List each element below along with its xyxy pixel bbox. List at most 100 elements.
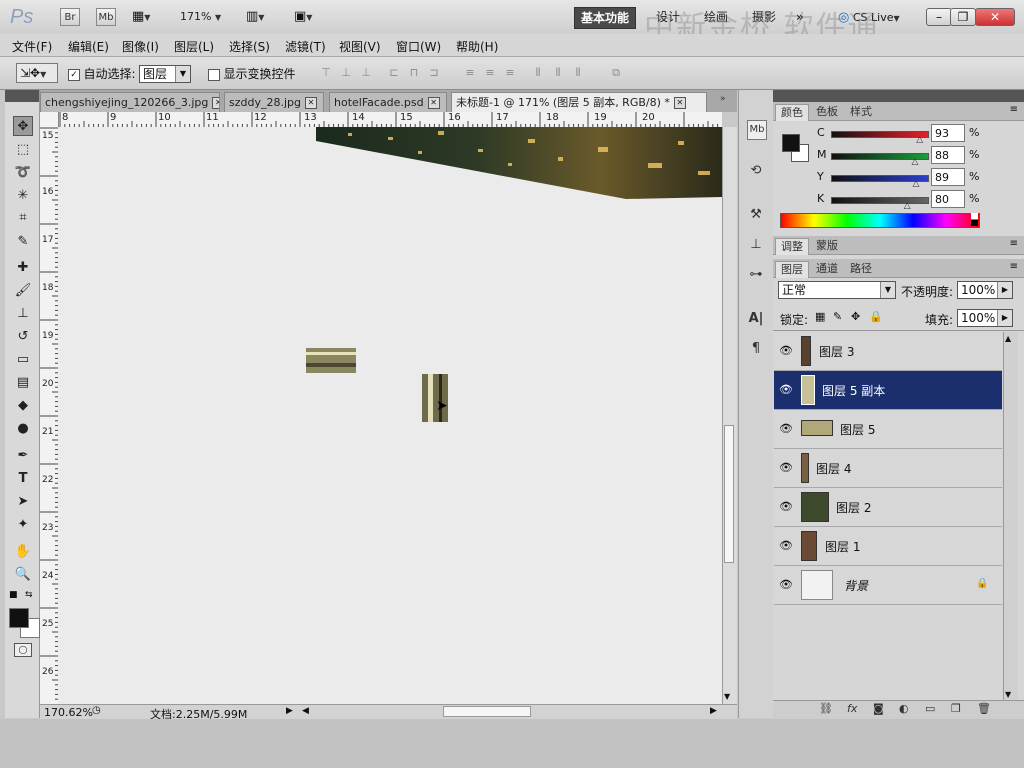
close-icon[interactable]: ✕ [673,97,686,109]
layer-row[interactable]: 👁 图层 4 [774,449,1002,488]
eye-icon[interactable]: 👁 [779,578,793,591]
move-tool-icon[interactable]: ✥ [13,116,33,136]
eraser-tool-icon[interactable]: ▭ [13,350,33,370]
tab-channels[interactable]: 通道 [811,261,843,277]
link-layers-icon[interactable]: ⛓ [819,702,833,715]
history-brush-tool-icon[interactable]: ↺ [13,327,33,347]
panel-dock-header[interactable] [773,90,1024,102]
character-icon[interactable]: A| [747,310,765,328]
menu-edit[interactable]: 编辑(E) [68,38,109,55]
layer-row[interactable]: 👁 图层 5 [774,410,1002,449]
scroll-down-icon[interactable]: ▼ [1005,690,1011,699]
slider-handle-icon[interactable]: △ [916,135,923,145]
auto-align-layers-icon[interactable]: ⧉ [608,66,624,80]
fill-input[interactable]: 100% ▶ [957,309,1013,327]
tab-adjustments[interactable]: 调整 [775,238,809,255]
default-colors-icon[interactable]: ■ [9,590,18,600]
healing-brush-tool-icon[interactable]: ✚ [13,258,33,278]
marquee-tool-icon[interactable]: ⬚ [13,140,33,160]
menu-view[interactable]: 视图(V) [339,38,381,55]
document-tab[interactable]: szddy_28.jpg ✕ [224,92,324,112]
tab-layers[interactable]: 图层 [775,261,809,278]
close-icon[interactable]: ✕ [212,97,219,109]
close-icon[interactable]: ✕ [305,97,317,109]
minimize-button[interactable]: – [926,8,952,26]
align-bottom-icon[interactable]: ⊥ [358,66,374,80]
eye-icon[interactable]: 👁 [779,461,793,474]
menu-select[interactable]: 选择(S) [229,38,270,55]
eye-icon[interactable]: 👁 [779,383,793,396]
auto-select-checkbox[interactable]: ✓ [68,69,80,81]
menu-file[interactable]: 文件(F) [12,38,52,55]
lock-position-icon[interactable]: ✥ [851,310,860,323]
eye-icon[interactable]: 👁 [779,422,793,435]
history-icon[interactable]: ⟲ [747,162,765,180]
status-menu-arrow-icon[interactable]: ▶ [286,706,293,716]
horizontal-scroll-thumb[interactable] [443,706,531,717]
menu-window[interactable]: 窗口(W) [396,38,441,55]
menu-help[interactable]: 帮助(H) [456,38,498,55]
layer-row[interactable]: 👁 图层 1 [774,527,1002,566]
color-spectrum-bar[interactable] [780,213,980,228]
tool-preset-picker[interactable]: ⇲✥▼ [16,63,58,83]
layer-row-selected[interactable]: 👁 图层 5 副本 [774,371,1002,410]
layer-5-thumbnail-image[interactable] [306,348,356,373]
layers-scrollbar[interactable] [1003,332,1018,700]
channel-value-input[interactable]: 89 [931,168,965,186]
menu-layer[interactable]: 图层(L) [174,38,214,55]
document-tab[interactable]: hotelFacade.psd ✕ [329,92,447,112]
scroll-left-icon[interactable]: ◀ [302,706,309,716]
quick-mask-icon[interactable]: ◯ [14,643,32,657]
close-icon[interactable]: ✕ [427,97,440,109]
align-vertical-center-icon[interactable]: ⊥ [338,66,354,80]
scroll-up-icon[interactable]: ▲ [1005,334,1011,343]
layer-row[interactable]: 👁 图层 2 [774,488,1002,527]
panel-menu-icon[interactable]: ≡ [1010,238,1018,249]
trash-icon[interactable]: 🗑 [977,702,991,715]
mini-bridge-icon[interactable]: Mb [747,120,767,140]
document-tab-active[interactable]: 未标题-1 @ 171% (图层 5 副本, RGB/8) * ✕ [451,92,707,112]
lock-all-icon[interactable]: 🔒 [869,310,883,323]
layer-row-background[interactable]: 👁 背景 🔒 [774,566,1002,605]
clone-stamp-tool-icon[interactable]: ⊥ [13,304,33,324]
channel-slider-track[interactable] [831,131,929,138]
gradient-tool-icon[interactable]: ▤ [13,373,33,393]
tab-color[interactable]: 颜色 [775,104,809,121]
channel-value-input[interactable]: 88 [931,146,965,164]
distribute-right-icon[interactable]: ⦀ [570,66,586,80]
eye-icon[interactable]: 👁 [779,539,793,552]
slider-handle-icon[interactable]: △ [911,157,918,167]
adjustment-layer-icon[interactable]: ◐ [899,702,909,715]
eye-icon[interactable]: 👁 [779,344,793,357]
foreground-color-swatch[interactable] [9,608,29,628]
tab-overflow-icon[interactable]: » [720,94,726,104]
tab-masks[interactable]: 蒙版 [811,238,843,254]
layer-row[interactable]: 👁 图层 3 [774,332,1002,371]
close-button[interactable]: ✕ [975,8,1015,26]
lock-image-icon[interactable]: ✎ [833,310,842,323]
tab-paths[interactable]: 路径 [845,261,877,277]
scroll-down-icon[interactable]: ▼ [724,692,730,701]
auto-select-target-select[interactable]: 图层 ▼ [139,65,191,83]
eyedropper-tool-icon[interactable]: ✎ [13,232,33,252]
lasso-tool-icon[interactable]: ➰ [13,163,33,183]
distribute-top-icon[interactable]: ≡ [462,66,478,80]
bridge-button[interactable]: Br [60,8,80,26]
tab-styles[interactable]: 样式 [845,104,877,120]
pen-tool-icon[interactable]: ✒ [13,446,33,466]
panel-menu-icon[interactable]: ≡ [1010,104,1018,115]
distribute-left-icon[interactable]: ⦀ [530,66,546,80]
menu-filter[interactable]: 滤镜(T) [285,38,326,55]
status-info-icon[interactable]: ◷ [92,705,101,716]
distribute-horizontal-center-icon[interactable]: ⦀ [550,66,566,80]
tool-presets-icon[interactable]: ⚒ [747,206,765,224]
channel-value-input[interactable]: 80 [931,190,965,208]
screen-mode-icon[interactable]: ▣▼ [294,9,312,24]
crop-tool-icon[interactable]: ⌗ [13,208,33,228]
blur-tool-icon[interactable]: ◆ [13,396,33,416]
brush-tool-icon[interactable]: 🖌 [13,281,33,301]
actions-icon[interactable]: ⊶ [747,266,765,284]
eye-icon[interactable]: 👁 [779,500,793,513]
new-layer-icon[interactable]: ❐ [951,702,961,715]
align-horizontal-center-icon[interactable]: ⊓ [406,66,422,80]
